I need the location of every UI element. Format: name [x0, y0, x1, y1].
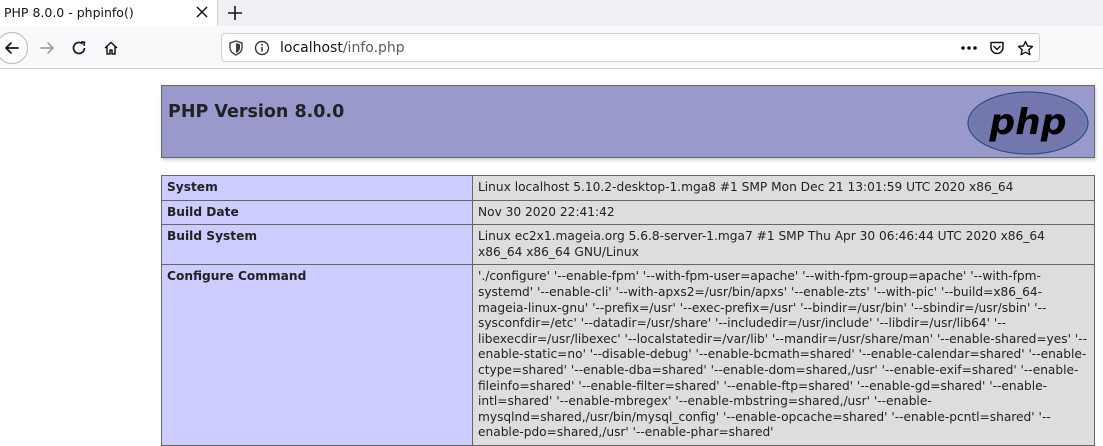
php-version-header: PHP Version 8.0.0 php — [161, 85, 1095, 158]
tab-strip: PHP 8.0.0 - phpinfo() — [0, 0, 1103, 26]
table-row: System Linux localhost 5.10.2-desktop-1.… — [161, 175, 1095, 201]
more-horizontal-icon[interactable] — [960, 39, 978, 57]
arrow-right-icon[interactable] — [35, 36, 59, 60]
close-icon[interactable] — [193, 3, 211, 21]
pocket-icon[interactable] — [988, 39, 1006, 57]
row-label: Build System — [161, 224, 473, 266]
table-row: Configure Command './configure' '--enabl… — [161, 264, 1095, 446]
info-icon[interactable] — [253, 39, 271, 57]
row-value: './configure' '--enable-fpm' '--with-fpm… — [472, 264, 1095, 446]
row-label: Build Date — [161, 199, 473, 226]
star-icon[interactable] — [1016, 39, 1034, 57]
logo-text: php — [988, 102, 1066, 143]
table-row: Build Date Nov 30 2020 22:41:42 — [161, 199, 1095, 226]
arrow-left-icon[interactable] — [0, 32, 28, 64]
url-text[interactable]: localhost/info.php — [280, 40, 405, 56]
shield-icon[interactable] — [227, 39, 245, 57]
row-value: Nov 30 2020 22:41:42 — [472, 199, 1095, 226]
navigation-toolbar: localhost/info.php — [0, 26, 1103, 69]
row-value: Linux ec2x1.mageia.org 5.6.8-server-1.mg… — [472, 224, 1095, 266]
php-logo[interactable]: php — [967, 91, 1089, 155]
plus-icon[interactable] — [224, 2, 246, 24]
row-value: Linux localhost 5.10.2-desktop-1.mga8 #1… — [472, 175, 1095, 201]
browser-tab[interactable]: PHP 8.0.0 - phpinfo() — [0, 0, 218, 26]
reload-icon[interactable] — [67, 36, 91, 60]
table-row: Build System Linux ec2x1.mageia.org 5.6.… — [161, 224, 1095, 266]
url-host: localhost — [280, 40, 343, 56]
url-path: /info.php — [342, 40, 405, 56]
tab-title: PHP 8.0.0 - phpinfo() — [4, 5, 134, 20]
row-label: Configure Command — [161, 264, 473, 446]
page-title: PHP Version 8.0.0 — [168, 102, 345, 122]
home-icon[interactable] — [99, 36, 123, 60]
row-label: System — [161, 175, 473, 201]
address-bar[interactable]: localhost/info.php — [221, 33, 1040, 62]
php-info-table: System Linux localhost 5.10.2-desktop-1.… — [161, 175, 1095, 446]
